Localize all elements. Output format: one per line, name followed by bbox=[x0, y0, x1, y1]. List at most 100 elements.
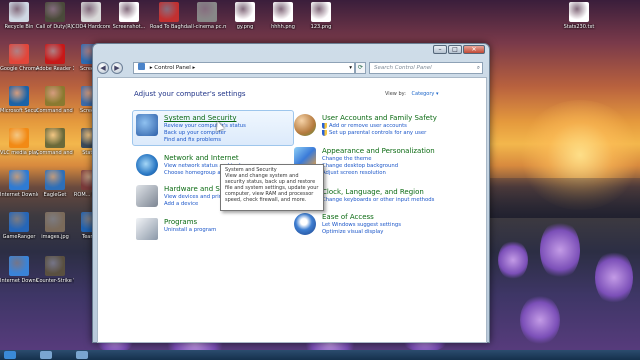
desktop-icon-label: Road To Baghdad bbox=[150, 24, 188, 30]
category-title[interactable]: Ease of Access bbox=[322, 213, 374, 221]
desktop-icon[interactable]: EagleGet bbox=[36, 170, 74, 198]
category-link[interactable]: Review your computer's status bbox=[164, 123, 246, 129]
cnc-icon-2 bbox=[45, 128, 65, 148]
category-link[interactable]: Add a device bbox=[164, 201, 198, 207]
category-link[interactable]: Add or remove user accounts bbox=[329, 123, 407, 129]
desktop-icon-label: Call of Duty(R) 4 bbox=[36, 24, 74, 30]
minimize-button[interactable]: – bbox=[433, 45, 447, 54]
recycle-bin-icon bbox=[9, 2, 29, 22]
category-title[interactable]: System and Security bbox=[164, 114, 236, 122]
desktop-icon[interactable]: Internet Download... bbox=[0, 170, 38, 198]
view-by-dropdown[interactable]: Category ▾ bbox=[412, 91, 439, 97]
mountain-horizon bbox=[480, 178, 640, 218]
address-path[interactable]: Control Panel bbox=[154, 65, 190, 71]
desktop-icon-label: COD4 Hardcore Server DDoS bbox=[72, 24, 110, 30]
desktop-icon[interactable]: Call of Duty(R) 4 bbox=[36, 2, 74, 30]
desktop-icon[interactable]: Recycle Bin bbox=[0, 2, 38, 30]
category-link[interactable]: Optimize visual display bbox=[322, 229, 383, 235]
close-button[interactable]: ✕ bbox=[463, 45, 485, 54]
screenshot-file-icon bbox=[119, 2, 139, 22]
address-dropdown-icon[interactable]: ▾ bbox=[349, 63, 352, 73]
address-bar[interactable]: ▸ Control Panel ▸ ▾ bbox=[133, 62, 355, 74]
category-title[interactable]: Appearance and Personalization bbox=[322, 147, 435, 155]
desktop-icon[interactable]: Counter-Strike WarzOne bbox=[36, 256, 74, 284]
view-by-label: View by: bbox=[385, 91, 406, 97]
cnc-icon bbox=[45, 86, 65, 106]
forward-button[interactable]: ▶ bbox=[111, 62, 123, 74]
taskbar-item[interactable] bbox=[40, 351, 52, 359]
desktop-icon[interactable]: Microsoft Security... bbox=[0, 86, 38, 114]
desktop-icon[interactable]: Command and Conqu... bbox=[36, 128, 74, 156]
adobe-reader-icon bbox=[45, 44, 65, 64]
desktop-icon[interactable]: 123.png bbox=[302, 2, 340, 30]
search-placeholder: Search Control Panel bbox=[374, 65, 432, 71]
category-link[interactable]: Change keyboards or other input methods bbox=[322, 197, 434, 203]
desktop-icon[interactable]: gy.png bbox=[226, 2, 264, 30]
desktop-icon-label: 123.png bbox=[310, 24, 332, 30]
desktop-icon-label: Google Chrome bbox=[0, 66, 38, 72]
desktop-icon-label: Internet Download... bbox=[0, 192, 38, 198]
eagleget-icon bbox=[45, 170, 65, 190]
category-link[interactable]: Set up parental controls for any user bbox=[329, 130, 426, 136]
category-link[interactable]: Adjust screen resolution bbox=[322, 170, 386, 176]
taskbar-item[interactable] bbox=[76, 351, 88, 359]
tooltip-body: View and change system and security stat… bbox=[225, 173, 319, 203]
chrome-icon bbox=[9, 44, 29, 64]
desktop-icon[interactable]: Internet Downlo... bbox=[0, 256, 38, 284]
desktop-icon[interactable]: Screenshot... bbox=[110, 2, 148, 30]
refresh-button[interactable]: ⟳ bbox=[355, 62, 366, 74]
desktop-icon[interactable]: Command and Conqu... bbox=[36, 86, 74, 114]
desktop-icon-label: all-cinema pc.mp... bbox=[188, 24, 226, 30]
video-file-icon bbox=[197, 2, 217, 22]
control-panel-window: – □ ✕ ◀ ▶ ▸ Control Panel ▸ ▾ ⟳ Search C… bbox=[92, 43, 490, 343]
text-file-icon bbox=[569, 2, 589, 22]
desktop-icon[interactable]: Adobe Reader X bbox=[36, 44, 74, 72]
category-title[interactable]: Programs bbox=[164, 218, 197, 226]
category-title[interactable]: Network and Internet bbox=[164, 154, 239, 162]
system-security-icon bbox=[136, 114, 158, 136]
search-input[interactable]: Search Control Panel ⌕ bbox=[369, 62, 483, 74]
png-file-icon-3 bbox=[311, 2, 331, 22]
desktop-icon-label: Command and Conqu... bbox=[36, 108, 74, 114]
desktop-icon-label: Microsoft Security... bbox=[0, 108, 38, 114]
desktop-icon[interactable]: all-cinema pc.mp... bbox=[188, 2, 226, 30]
category-title[interactable]: Clock, Language, and Region bbox=[322, 188, 424, 196]
cod4-icon bbox=[45, 2, 65, 22]
control-panel-icon bbox=[138, 63, 145, 70]
search-icon[interactable]: ⌕ bbox=[477, 63, 480, 73]
view-by: View by: Category ▾ bbox=[385, 91, 438, 97]
category-link[interactable]: Let Windows suggest settings bbox=[322, 222, 401, 228]
category-user-accounts[interactable]: User Accounts and Family Safety Add or r… bbox=[294, 114, 474, 142]
desktop-icon-label: hhhh.png bbox=[271, 24, 295, 30]
desktop-icon[interactable]: Google Chrome bbox=[0, 44, 38, 72]
category-link[interactable]: Change desktop background bbox=[322, 163, 398, 169]
category-ease-of-access[interactable]: Ease of Access Let Windows suggest setti… bbox=[294, 213, 474, 239]
vlc-icon bbox=[9, 128, 29, 148]
desktop-icon[interactable]: GameRanger bbox=[0, 212, 38, 240]
desktop-icon[interactable]: Stats230.txt bbox=[560, 2, 598, 30]
category-link[interactable]: Uninstall a program bbox=[164, 227, 216, 233]
desktop-icon[interactable]: COD4 Hardcore Server DDoS bbox=[72, 2, 110, 30]
maximize-button[interactable]: □ bbox=[448, 45, 462, 54]
start-button[interactable] bbox=[4, 351, 16, 359]
desktop-icon-label: gy.png bbox=[236, 24, 254, 30]
lupine-flower bbox=[540, 220, 580, 280]
category-link[interactable]: Find and fix problems bbox=[164, 137, 221, 143]
desktop-icon[interactable]: Road To Baghdad bbox=[150, 2, 188, 30]
taskbar bbox=[0, 350, 640, 360]
png-file-icon bbox=[235, 2, 255, 22]
desktop-icon-label: Stats230.txt bbox=[563, 24, 595, 30]
category-title[interactable]: User Accounts and Family Safety bbox=[322, 114, 437, 122]
desktop-icon[interactable]: images.jpg bbox=[36, 212, 74, 240]
page-title: Adjust your computer's settings bbox=[134, 90, 246, 98]
category-link[interactable]: Change the theme bbox=[322, 156, 371, 162]
desktop-icon-label: VLC media player bbox=[0, 150, 38, 156]
desktop-icon[interactable]: hhhh.png bbox=[264, 2, 302, 30]
tooltip: System and Security View and change syst… bbox=[220, 164, 324, 211]
desktop-icon[interactable]: VLC media player bbox=[0, 128, 38, 156]
address-path-chevron[interactable]: ▸ bbox=[192, 65, 195, 71]
lupine-flower bbox=[595, 250, 633, 305]
programs-icon bbox=[136, 218, 158, 240]
back-button[interactable]: ◀ bbox=[97, 62, 109, 74]
category-programs[interactable]: Programs Uninstall a program bbox=[136, 218, 296, 242]
